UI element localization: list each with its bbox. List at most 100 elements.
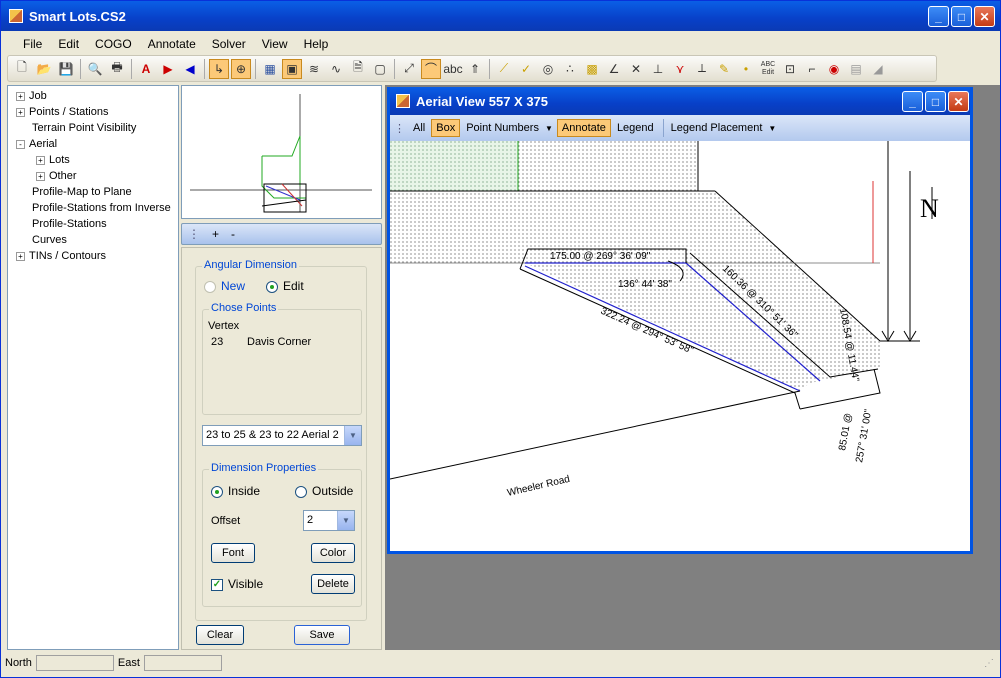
tree-item-curves[interactable]: Curves <box>8 232 178 248</box>
close-button[interactable]: ✕ <box>974 6 995 27</box>
hatch-icon[interactable]: ▤ <box>846 59 866 79</box>
corner-icon[interactable]: ⌐ <box>802 59 822 79</box>
zoom-extents-icon[interactable]: ⊕ <box>231 58 251 79</box>
legend-button[interactable]: Legend <box>613 120 658 136</box>
new-radio[interactable]: New <box>204 279 245 293</box>
expand-icon[interactable]: + <box>16 251 25 261</box>
circle-point-icon[interactable]: ◎ <box>538 59 558 79</box>
label-edit-icon[interactable]: ⊡ <box>780 59 800 79</box>
tree-item-profile-stations[interactable]: Profile-Stations <box>8 216 178 232</box>
vertex-point-name[interactable]: Davis Corner <box>247 336 311 348</box>
new-file-icon[interactable]: 🗋 <box>12 59 32 79</box>
tree-item-other[interactable]: + Other <box>8 168 178 184</box>
triangle-icon[interactable]: ◢ <box>868 59 888 79</box>
print-preview-icon[interactable]: 🔍 <box>85 59 105 79</box>
tree-item-tins[interactable]: + TINs / Contours <box>8 248 178 264</box>
point-numbers-button[interactable]: Point Numbers <box>462 120 543 136</box>
tree-item-aerial[interactable]: - Aerial <box>8 136 178 152</box>
menu-solver[interactable]: Solver <box>204 37 254 51</box>
perpendicular-icon[interactable]: ⊥ <box>648 59 668 79</box>
abc-edit-icon[interactable]: ABC Edit <box>758 59 778 79</box>
maximize-button[interactable]: □ <box>951 6 972 27</box>
expand-icon[interactable]: + <box>16 107 25 117</box>
annotate-button[interactable]: Annotate <box>556 119 611 137</box>
menu-file[interactable]: File <box>15 37 50 51</box>
clear-button[interactable]: Clear <box>196 625 244 645</box>
point-numbers-dropdown-icon[interactable]: ▼ <box>545 124 553 133</box>
color-icon[interactable]: ◉ <box>824 59 844 79</box>
expand-icon[interactable]: + <box>36 155 45 165</box>
tree-item-points[interactable]: + Points / Stations <box>8 104 178 120</box>
chevron-down-icon[interactable]: ▼ <box>344 426 361 445</box>
overview-drawing <box>190 94 372 213</box>
arc-tool-icon[interactable]: ⌒ <box>421 58 441 79</box>
grid-table-icon[interactable]: ▦ <box>260 59 280 79</box>
aerial-canvas[interactable]: 175.00 @ 269° 36' 09" 136° 44' 38" 322.2… <box>390 141 970 551</box>
vertex-point-number[interactable]: 23 <box>211 336 223 348</box>
print-icon[interactable]: 🖶 <box>107 59 127 79</box>
expand-icon[interactable]: + <box>36 171 45 181</box>
zoom-out-button[interactable]: - <box>231 227 235 241</box>
offset-icon[interactable]: ⟂ <box>692 59 712 79</box>
overview-preview[interactable] <box>181 85 382 219</box>
aerial-maximize-button[interactable]: □ <box>925 91 946 112</box>
pencil-icon[interactable]: ✎ <box>714 59 734 79</box>
angle-tool-icon[interactable]: ∠ <box>604 59 624 79</box>
save-dimension-button[interactable]: Save <box>294 625 350 645</box>
tree-item-lots[interactable]: + Lots <box>8 152 178 168</box>
north-arrow-icon[interactable]: ⇑ <box>465 59 485 79</box>
road-icon[interactable]: ≋ <box>304 59 324 79</box>
save-icon[interactable]: 💾 <box>56 59 76 79</box>
menu-help[interactable]: Help <box>296 37 337 51</box>
menu-edit[interactable]: Edit <box>50 37 87 51</box>
legend-placement-dropdown-icon[interactable]: ▼ <box>768 124 776 133</box>
box-button[interactable]: Box <box>431 119 461 137</box>
tree-item-profile-inverse[interactable]: Profile-Stations from Inverse <box>8 200 178 216</box>
visible-checkbox[interactable]: ✓ Visible <box>211 577 263 591</box>
delete-button[interactable]: Delete <box>311 574 355 594</box>
check-line-icon[interactable]: ✓ <box>516 59 536 79</box>
import-icon[interactable]: ◀ <box>180 59 200 79</box>
inside-radio[interactable]: Inside <box>211 484 260 498</box>
abc-text-icon[interactable]: abc <box>443 59 463 79</box>
split-icon[interactable]: ⋎ <box>670 59 690 79</box>
line-tool-icon[interactable]: ⤢ <box>399 59 419 79</box>
zoom-in-button[interactable]: + <box>212 227 219 241</box>
chose-points-group: Chose Points Vertex 23 Davis Corner <box>202 302 362 415</box>
font-button[interactable]: Font <box>211 543 255 563</box>
aerial-close-button[interactable]: ✕ <box>948 91 969 112</box>
outside-radio[interactable]: Outside <box>295 484 353 498</box>
offset-select[interactable]: 2 ▼ <box>303 510 355 531</box>
axis-icon[interactable]: ↳ <box>209 58 229 79</box>
intersect-icon[interactable]: ✕ <box>626 59 646 79</box>
measure-icon[interactable]: ⟋ <box>494 59 514 79</box>
menu-view[interactable]: View <box>254 37 296 51</box>
all-button[interactable]: All <box>409 120 429 136</box>
open-folder-icon[interactable]: 📂 <box>34 59 54 79</box>
expand-icon[interactable]: + <box>16 91 25 101</box>
frame-icon[interactable]: ▣ <box>282 58 302 79</box>
legend-placement-button[interactable]: Legend Placement <box>667 120 767 136</box>
export-icon[interactable]: ▶ <box>158 59 178 79</box>
edit-radio[interactable]: Edit <box>266 279 304 293</box>
document-icon[interactable]: 🗎 <box>348 59 368 79</box>
menu-cogo[interactable]: COGO <box>87 37 140 51</box>
chevron-down-icon[interactable]: ▼ <box>337 511 354 530</box>
dimension-select[interactable]: 23 to 25 & 23 to 22 Aerial 2 ▼ <box>202 425 362 446</box>
dots-icon[interactable]: ∴ <box>560 59 580 79</box>
grid-tool-icon[interactable]: ▩ <box>582 59 602 79</box>
minimize-button[interactable]: _ <box>928 6 949 27</box>
tree-item-profile-map[interactable]: Profile-Map to Plane <box>8 184 178 200</box>
text-style-icon[interactable]: A <box>136 59 156 79</box>
point-icon[interactable]: • <box>736 59 756 79</box>
resize-grip-icon[interactable]: ⋰ <box>984 658 994 669</box>
color-button[interactable]: Color <box>311 543 355 563</box>
aerial-minimize-button[interactable]: _ <box>902 91 923 112</box>
collapse-icon[interactable]: - <box>16 139 25 149</box>
window-icon[interactable]: ▢ <box>370 59 390 79</box>
tree-item-job[interactable]: + Job <box>8 88 178 104</box>
tree-item-terrain[interactable]: Terrain Point Visibility <box>8 120 178 136</box>
menu-annotate[interactable]: Annotate <box>140 37 204 51</box>
dimension-properties-group: Dimension Properties Inside Outside Offs… <box>202 462 362 607</box>
curve-icon[interactable]: ∿ <box>326 59 346 79</box>
